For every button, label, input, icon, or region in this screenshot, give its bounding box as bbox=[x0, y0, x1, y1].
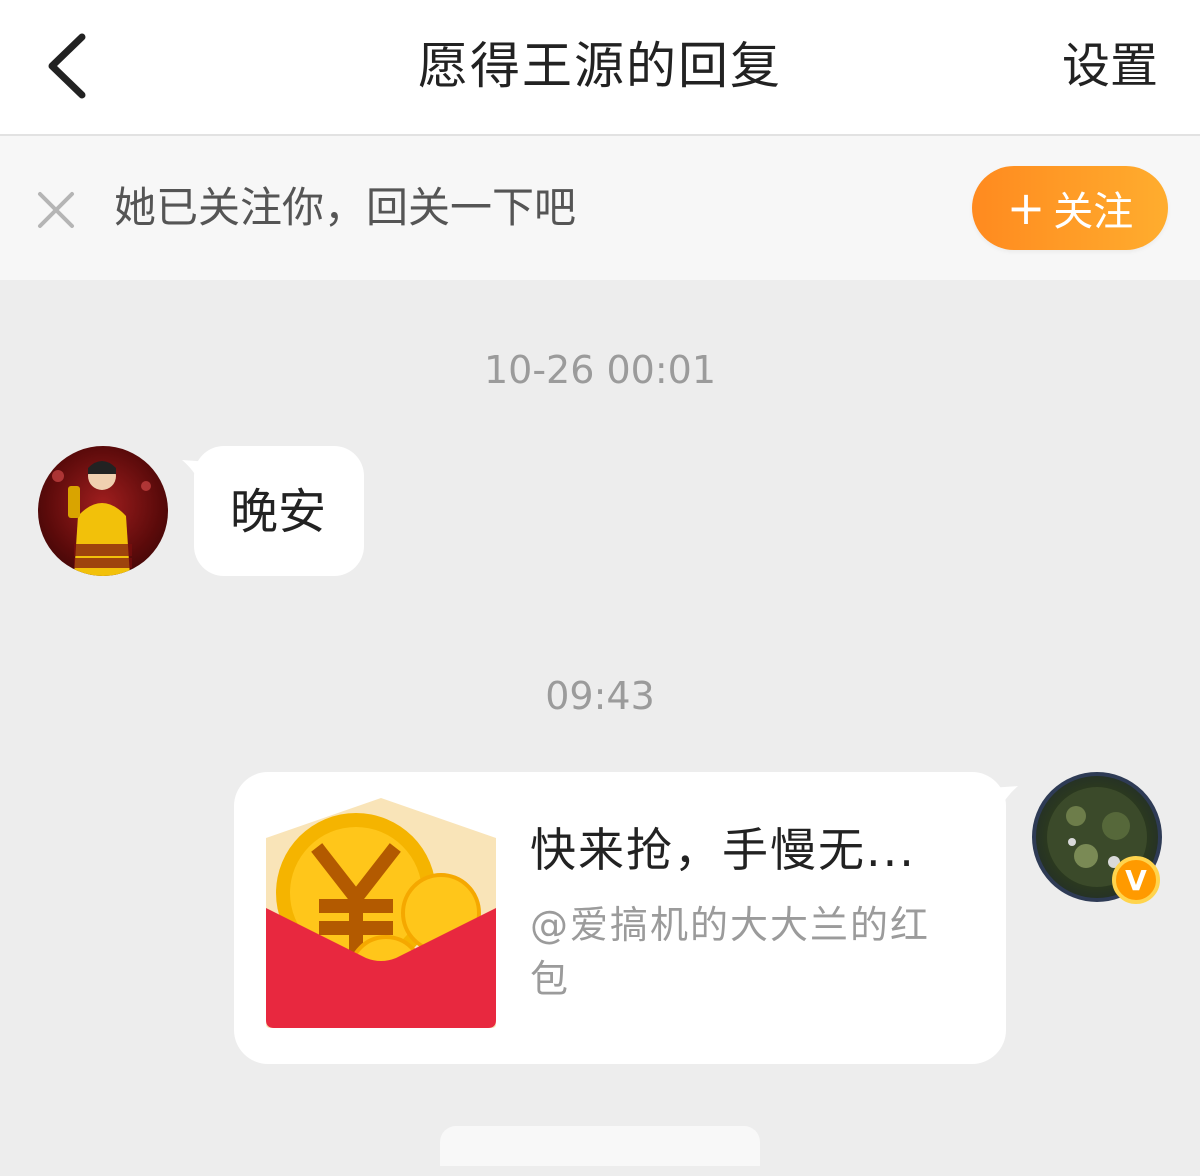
red-packet-title: 快来抢，手慢无... bbox=[530, 823, 916, 877]
follow-button-label: 关注 bbox=[1053, 189, 1134, 235]
bubble-tail bbox=[182, 460, 210, 486]
red-packet-card[interactable]: 快来抢，手慢无... @爱搞机的大大兰的红包 bbox=[234, 772, 1018, 1064]
message-timestamp: 09:43 bbox=[545, 674, 655, 718]
bubble-tail bbox=[990, 786, 1018, 812]
follow-button[interactable]: + 关注 bbox=[972, 166, 1168, 250]
red-packet-icon bbox=[266, 798, 496, 1028]
follow-prompt-bar: 她已关注你，回关一下吧 + 关注 bbox=[0, 136, 1200, 280]
avatar-image bbox=[52, 461, 151, 576]
page-title: 愿得王源的回复 bbox=[418, 37, 782, 95]
follow-prompt-text: 她已关注你，回关一下吧 bbox=[114, 183, 577, 232]
header: 愿得王源的回复 设置 bbox=[0, 0, 1200, 136]
plus-icon: + bbox=[1006, 181, 1046, 235]
settings-button[interactable]: 设置 bbox=[1062, 30, 1158, 102]
avatar[interactable] bbox=[38, 446, 168, 576]
message-bubble-received[interactable]: 晚安 bbox=[182, 446, 364, 576]
close-icon[interactable] bbox=[32, 186, 80, 234]
message-text: 晚安 bbox=[230, 484, 327, 540]
verified-badge-icon: V bbox=[1112, 856, 1160, 904]
message-timestamp: 10-26 00:01 bbox=[483, 348, 716, 392]
red-packet-subtitle: @爱搞机的大大兰的红包 bbox=[530, 903, 931, 1001]
next-message-preview bbox=[440, 1126, 760, 1166]
